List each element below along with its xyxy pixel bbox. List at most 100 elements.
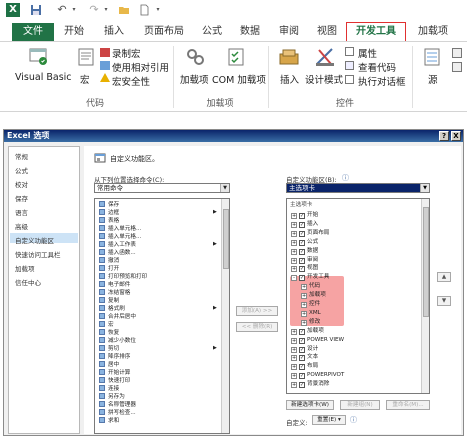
tree-item[interactable]: + ✓ 审阅	[291, 256, 318, 264]
tree-item[interactable]: + 加载项	[301, 291, 326, 300]
command-item[interactable]: 降序排序	[99, 353, 130, 361]
command-item[interactable]: 冻结窗格	[99, 289, 130, 297]
nav-item-proofing[interactable]: 校对	[15, 179, 28, 189]
commands-list[interactable]: 保存 边框 表格 插入单元格... 插入单元格... 插入工作表 插入函数... 撤消 打开 打印…	[94, 198, 230, 434]
record-macro-button[interactable]: 录制宏	[112, 46, 141, 60]
command-item[interactable]: 连接	[99, 385, 119, 393]
command-item[interactable]: 恢复	[99, 329, 119, 337]
expand-icon[interactable]: +	[301, 284, 307, 291]
checkbox[interactable]: ✓	[299, 275, 305, 282]
nav-item-formulas[interactable]: 公式	[15, 165, 28, 175]
help-button[interactable]: ?	[439, 131, 449, 141]
new-group-button[interactable]: 新建组(N)	[340, 400, 380, 410]
undo-icon[interactable]: ↶	[56, 4, 68, 16]
tree-item[interactable]: + ✓ 数据	[291, 247, 318, 255]
tab-formulas[interactable]: 公式	[198, 22, 226, 42]
command-item[interactable]: 求和	[99, 417, 119, 425]
expand-icon[interactable]: +	[291, 221, 297, 228]
macro-security-button[interactable]: 宏安全性	[112, 74, 150, 88]
nav-item-trust-center[interactable]: 信任中心	[15, 277, 41, 287]
expand-icon[interactable]: +	[291, 230, 297, 237]
customize-qa-icon[interactable]: ▾	[152, 4, 164, 16]
checkbox[interactable]: ✓	[299, 266, 305, 273]
expand-icon[interactable]: +	[291, 248, 297, 255]
command-item[interactable]: 拼写检查...	[99, 409, 136, 417]
checkbox[interactable]: ✓	[299, 239, 305, 246]
command-item[interactable]: 另存为	[99, 393, 125, 401]
command-item[interactable]: 插入函数...	[99, 249, 136, 257]
command-item[interactable]: 打印预览和打印	[99, 273, 147, 281]
command-item[interactable]: 开始计算	[99, 369, 130, 377]
visual-basic-button[interactable]: Visual Basic	[15, 72, 72, 83]
add-button[interactable]: 添加(A) >>	[236, 306, 278, 316]
view-code-button[interactable]: 查看代码	[358, 60, 396, 74]
command-item[interactable]: 打开	[99, 265, 119, 273]
tree-scrollbar[interactable]	[421, 199, 429, 393]
redo-dropdown-icon[interactable]: ▾	[100, 4, 112, 16]
tree-item[interactable]: + ✓ POWER VIEW	[291, 336, 344, 344]
close-button[interactable]: X	[451, 131, 461, 141]
chevron-down-icon[interactable]: ▼	[420, 184, 429, 192]
tree-item[interactable]: + ✓ 加载项	[291, 327, 324, 335]
tree-item[interactable]: + 代码	[301, 282, 320, 291]
command-item[interactable]: 插入单元格...	[99, 225, 141, 233]
com-addins-button[interactable]: COM 加载项	[212, 72, 266, 86]
scroll-thumb[interactable]	[423, 207, 429, 317]
expand-icon[interactable]: +	[291, 328, 297, 335]
tree-item[interactable]: + 控件	[301, 300, 320, 308]
tab-home[interactable]: 开始	[60, 22, 88, 42]
expand-icon[interactable]: +	[291, 257, 297, 264]
commands-scrollbar[interactable]	[221, 199, 229, 433]
command-item[interactable]: 名称管理器	[99, 401, 136, 409]
save-icon[interactable]	[30, 4, 42, 16]
command-item[interactable]: 合并后居中	[99, 313, 136, 321]
command-item[interactable]: 复制	[99, 297, 119, 305]
checkbox[interactable]: ✓	[299, 230, 305, 237]
run-dialog-button[interactable]: 执行对话框	[358, 74, 406, 88]
expand-icon[interactable]: +	[301, 293, 307, 300]
tree-item[interactable]: + ✓ 开始	[291, 211, 318, 219]
tree-item[interactable]: + ✓ 页面布局	[291, 229, 329, 237]
customize-ribbon-combo[interactable]: 主选项卡 ▼	[286, 183, 430, 193]
command-item[interactable]: 撤消	[99, 257, 119, 265]
expand-icon[interactable]: +	[301, 319, 307, 326]
checkbox[interactable]: ✓	[299, 257, 305, 264]
expand-icon[interactable]: +	[301, 310, 307, 317]
checkbox[interactable]: ✓	[299, 328, 305, 335]
expand-icon[interactable]: +	[301, 302, 307, 308]
expand-icon[interactable]: +	[291, 355, 297, 362]
tab-page-layout[interactable]: 页面布局	[138, 22, 190, 42]
insert-control-button[interactable]: 插入	[280, 72, 299, 86]
checkbox[interactable]: ✓	[299, 346, 305, 353]
nav-item-addins[interactable]: 加载项	[15, 263, 35, 273]
tab-review[interactable]: 审阅	[275, 22, 303, 42]
chevron-down-icon[interactable]: ▼	[220, 184, 229, 192]
remove-button[interactable]: << 删除(R)	[236, 322, 278, 332]
scroll-thumb[interactable]	[223, 209, 229, 269]
tab-data[interactable]: 数据	[236, 22, 264, 42]
command-item[interactable]: 电子邮件	[99, 281, 130, 289]
expand-icon[interactable]: +	[291, 337, 297, 344]
move-up-button[interactable]: ▲	[437, 272, 451, 282]
rename-button[interactable]: 重命名(M)...	[386, 400, 430, 410]
command-item[interactable]: 插入单元格...	[99, 233, 141, 241]
command-item[interactable]: 保存	[99, 201, 119, 209]
new-file-icon[interactable]	[138, 4, 150, 16]
tab-addins[interactable]: 加载项	[412, 22, 454, 42]
checkbox[interactable]: ✓	[299, 221, 305, 228]
expand-icon[interactable]: +	[291, 266, 297, 273]
tree-item[interactable]: - ✓ 开发工具	[291, 273, 329, 282]
addins-button[interactable]: 加载项	[180, 72, 209, 86]
checkbox[interactable]: ✓	[299, 248, 305, 255]
design-mode-button[interactable]: 设计模式	[305, 72, 343, 86]
tree-item[interactable]: + ✓ 设计	[291, 345, 318, 353]
ribbon-tabs-tree[interactable]: 主选项卡 + ✓ 开始 + ✓ 插入 + ✓ 页面布局 + ✓ 公式 + ✓ 数据 + ✓ 审阅 + ✓ 视图 - ✓ 开发工…	[286, 198, 430, 394]
expand-icon[interactable]: +	[291, 382, 297, 389]
nav-item-advanced[interactable]: 高级	[15, 221, 28, 231]
tree-item[interactable]: + 修改	[301, 318, 320, 326]
tab-view[interactable]: 视图	[313, 22, 341, 42]
expand-icon[interactable]: +	[291, 213, 297, 219]
choose-commands-combo[interactable]: 常用命令 ▼	[94, 183, 230, 193]
tab-file[interactable]: 文件	[12, 23, 54, 41]
new-tab-button[interactable]: 新建选项卡(W)	[286, 400, 334, 410]
